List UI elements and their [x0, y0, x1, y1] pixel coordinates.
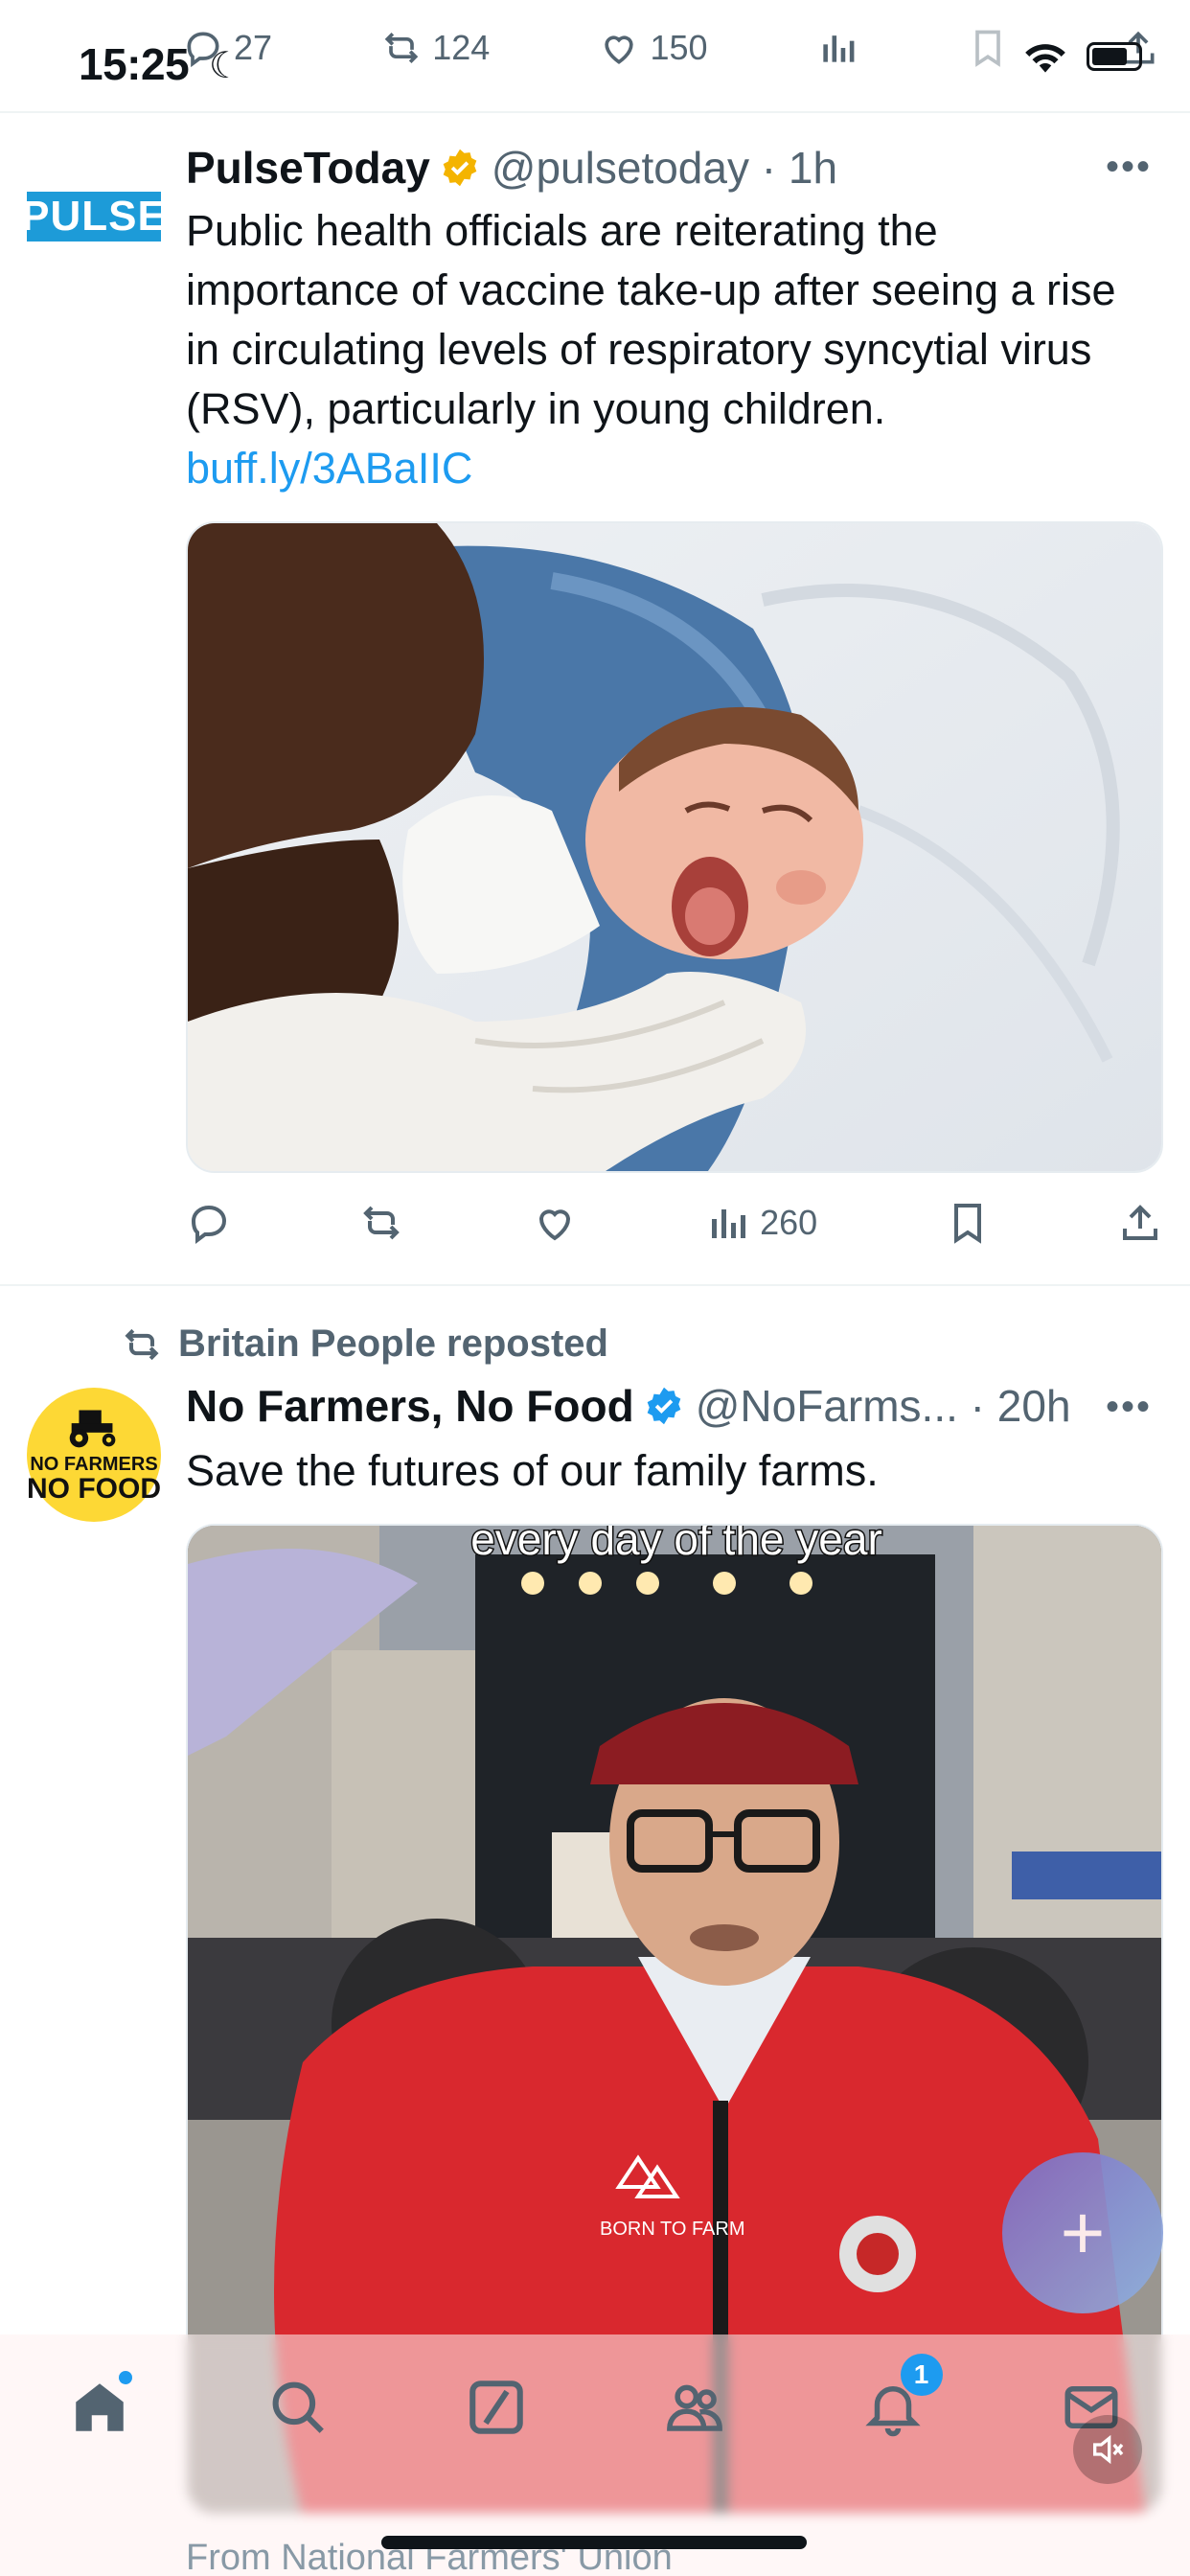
bookmark-button[interactable]	[967, 27, 1009, 69]
analytics-icon	[823, 35, 855, 62]
nav-home[interactable]	[61, 2369, 138, 2446]
heart-icon	[538, 1209, 570, 1241]
analytics-icon	[712, 1209, 746, 1238]
home-indicator	[381, 2536, 807, 2549]
more-options-icon[interactable]: •••	[1106, 1386, 1152, 1429]
heart-icon	[605, 35, 634, 64]
search-icon	[272, 2381, 324, 2433]
nav-grok[interactable]	[458, 2369, 535, 2446]
notification-badge: 1	[900, 2354, 943, 2396]
bookmark-button[interactable]	[945, 1200, 991, 1246]
repost-count: 124	[432, 28, 491, 67]
reply-icon	[191, 1205, 227, 1244]
display-name[interactable]: No Farmers, No Food	[186, 1380, 634, 1432]
display-name[interactable]: PulseToday	[186, 142, 430, 194]
avatar-line2: NO FOOD	[27, 1473, 161, 1505]
repost-icon	[125, 1328, 159, 1360]
status-bar: 27 124 150 15:25 ☾	[0, 0, 1190, 113]
nav-notifications[interactable]: 1	[855, 2354, 943, 2446]
like-button[interactable]	[532, 1200, 578, 1246]
bookmark-icon	[974, 30, 1000, 67]
verified-gold-badge-icon	[443, 149, 477, 187]
home-icon	[75, 2383, 124, 2431]
like-button[interactable]: 150	[598, 27, 708, 69]
jacket-text: BORN TO FARM	[600, 2219, 745, 2240]
tweet-actions: 260	[186, 1200, 1163, 1246]
like-count: 150	[650, 28, 708, 67]
battery-icon	[1087, 42, 1142, 71]
avatar[interactable]: NO FARMERS NO FOOD	[27, 1388, 161, 1522]
video-caption: every day of the year	[470, 1526, 882, 1564]
tweet-header: No Farmers, No Food @NoFarms... · 20h	[186, 1380, 1071, 1432]
repost-context[interactable]: Britain People reposted	[121, 1322, 608, 1366]
repost-button[interactable]: 124	[380, 27, 490, 69]
timestamp[interactable]: 1h	[789, 142, 837, 194]
wifi-icon	[1025, 44, 1065, 73]
tweet-link[interactable]: buff.ly/3ABaIIC	[186, 439, 1154, 498]
reply-button[interactable]	[186, 1200, 232, 1246]
avatar[interactable]: PULSE	[21, 192, 166, 242]
repost-icon	[384, 33, 419, 63]
communities-icon	[666, 2384, 722, 2431]
share-icon	[1122, 1205, 1157, 1240]
tweet-text: Save the futures of our family farms.	[186, 1446, 879, 1495]
repost-button[interactable]	[358, 1200, 404, 1246]
unread-dot	[118, 2371, 132, 2384]
separator-dot: ·	[748, 143, 789, 193]
nav-row: 1	[0, 2354, 1190, 2446]
handle[interactable]: @pulsetoday	[492, 142, 749, 194]
tweet-image[interactable]	[186, 521, 1163, 1173]
repost-icon	[363, 1206, 400, 1240]
plus-icon: +	[1060, 2190, 1106, 2275]
more-options-icon[interactable]: •••	[1106, 146, 1152, 189]
clock: 15:25	[79, 39, 190, 89]
tweet-text: Public health officials are reiterating …	[186, 201, 1154, 498]
bookmark-icon	[953, 1204, 981, 1244]
tweet-divider	[0, 1284, 1190, 1286]
reposted-by-label: Britain People reposted	[178, 1322, 608, 1365]
timestamp[interactable]: 20h	[997, 1380, 1071, 1432]
nav-search[interactable]	[260, 2369, 336, 2446]
avatar-line1: NO FARMERS	[30, 1454, 158, 1475]
tweet-body: Public health officials are reiterating …	[186, 206, 1116, 433]
video-mute-button[interactable]	[1073, 2415, 1142, 2484]
muted-speaker-icon	[1093, 2434, 1124, 2465]
compose-fab-button[interactable]: +	[1002, 2152, 1163, 2313]
share-button[interactable]	[1117, 1200, 1163, 1246]
separator-dot: ·	[957, 1381, 997, 1431]
view-count: 260	[760, 1203, 818, 1242]
system-icons	[1021, 38, 1142, 75]
previous-tweet-actions: 27 124 150	[182, 27, 1159, 69]
nav-communities[interactable]	[656, 2369, 733, 2446]
views-button[interactable]: 260	[704, 1200, 817, 1246]
crying-baby-photo	[188, 523, 1161, 1171]
handle[interactable]: @NoFarms...	[696, 1380, 958, 1432]
grok-icon	[469, 2380, 523, 2434]
verified-blue-badge-icon	[647, 1387, 681, 1425]
views-button[interactable]	[816, 27, 858, 69]
focus-moon-icon: ☾	[209, 46, 242, 86]
tractor-icon	[69, 1410, 116, 1448]
tweet-header: PulseToday @pulsetoday · 1h	[186, 142, 837, 194]
